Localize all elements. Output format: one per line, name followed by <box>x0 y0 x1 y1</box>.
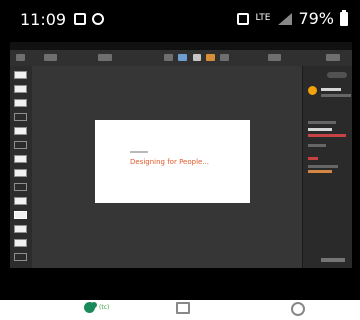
toolbar-shape-icon[interactable] <box>206 54 215 61</box>
toolbar-view-icon[interactable] <box>44 54 57 61</box>
inspector-swatch[interactable] <box>308 157 318 160</box>
photos-icon <box>84 302 97 313</box>
app-menubar <box>10 42 352 50</box>
text-icon[interactable] <box>176 302 190 314</box>
slide-thumbnail-active[interactable] <box>14 211 27 219</box>
gallery-icon <box>74 13 86 25</box>
toolbar-insert-icon[interactable] <box>98 54 112 61</box>
inspector-value <box>308 128 332 131</box>
slide-thumbnail[interactable] <box>14 225 27 233</box>
battery-percent: 79% <box>298 9 334 28</box>
slide-thumbnail[interactable] <box>14 85 27 93</box>
slide-thumbnail[interactable] <box>14 71 27 79</box>
battery-icon <box>340 9 348 26</box>
slide-thumbnail[interactable] <box>14 99 27 107</box>
current-slide[interactable]: Designing for People... <box>95 120 250 203</box>
toolbar-chart-icon[interactable] <box>164 54 173 61</box>
bottom-navigation: (tc) <box>0 300 360 320</box>
slide-thumbnail[interactable] <box>14 239 27 247</box>
inspector-toggle[interactable] <box>327 72 347 78</box>
slide-thumbnail[interactable] <box>14 183 27 191</box>
slide-thumbnail[interactable] <box>14 127 27 135</box>
inspector-bottom-control[interactable] <box>321 258 345 262</box>
network-label: LTE <box>255 13 271 23</box>
inspector-control[interactable] <box>308 144 326 147</box>
inspector-control[interactable] <box>308 165 338 168</box>
toolbar-media-icon[interactable] <box>220 54 229 61</box>
inspector-control[interactable] <box>321 94 351 97</box>
inspector-control[interactable] <box>308 121 336 124</box>
inspector-panel <box>302 66 352 268</box>
slide-canvas[interactable]: Designing for People... <box>32 66 302 268</box>
inspector-accent-bar[interactable] <box>308 134 346 137</box>
slide-thumbnail[interactable] <box>14 141 27 149</box>
presentation-app-screenshot: Designing for People... <box>10 42 352 268</box>
slide-thumbnail[interactable] <box>14 197 27 205</box>
slide-thumbnail[interactable] <box>14 169 27 177</box>
slide-kicker-line <box>130 151 148 153</box>
toolbar-text-icon[interactable] <box>193 54 201 61</box>
status-right-group: LTE 79% <box>237 9 348 28</box>
theme-logo-icon <box>308 86 317 95</box>
toolbar-table-icon[interactable] <box>178 54 187 61</box>
slide-thumbnail[interactable] <box>14 113 27 121</box>
toolbar-share-icon[interactable] <box>268 54 281 61</box>
toolbar-menu-icon[interactable] <box>16 54 25 61</box>
photos-label: (tc) <box>99 304 110 311</box>
shield-icon <box>92 13 104 25</box>
slide-title: Designing for People... <box>130 158 209 166</box>
status-time: 11:09 <box>20 10 67 29</box>
inspector-label <box>321 88 341 91</box>
slide-thumbnail[interactable] <box>14 155 27 163</box>
app-toolbar <box>10 50 352 67</box>
toolbar-format-icon[interactable] <box>326 54 340 61</box>
slide-thumbnail-sidebar <box>10 66 33 268</box>
slide-thumbnail[interactable] <box>14 253 27 261</box>
inspector-slider[interactable] <box>308 170 332 173</box>
phone-status-bar: 11:09 LTE 79% <box>0 0 360 38</box>
mute-icon <box>237 12 250 25</box>
info-icon[interactable] <box>291 302 305 316</box>
signal-icon <box>276 12 293 25</box>
nav-item-photos[interactable]: (tc) <box>84 302 109 313</box>
